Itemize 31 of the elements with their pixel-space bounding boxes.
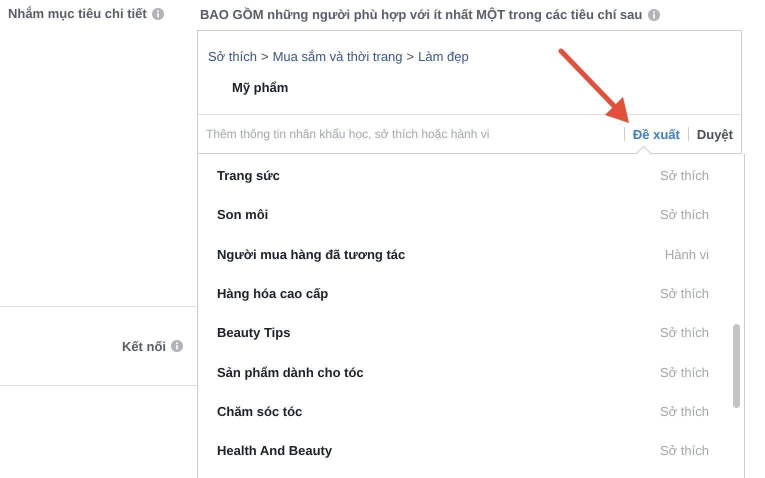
breadcrumb-separator: > <box>261 49 269 64</box>
suggestion-type: Sở thích <box>660 443 709 458</box>
field-label: Nhắm mục tiêu chi tiết <box>8 6 147 21</box>
suggestion-type: Sở thích <box>660 286 709 302</box>
tab[interactable]: Đề xuất <box>632 126 680 142</box>
suggestion-type: Sở thích <box>660 325 709 340</box>
breadcrumb-link[interactable]: Mua sắm và thời trang <box>272 49 403 64</box>
info-icon[interactable] <box>152 8 164 20</box>
breadcrumb-separator: > <box>406 49 414 64</box>
breadcrumb-link[interactable]: Làm đẹp <box>418 49 469 64</box>
suggestion-name[interactable]: Health And Beauty <box>217 443 332 458</box>
suggestion-type: Sở thích <box>660 207 709 222</box>
field-label: Kết nối <box>122 338 166 354</box>
suggestion-name[interactable]: Người mua hàng đã tương tác <box>217 246 406 262</box>
suggestion-name[interactable]: Hàng hóa cao cấp <box>217 286 328 302</box>
section-heading: BAO GỒM những người phù hợp với ít nhất MỘT trong các tiêu chí sau <box>200 7 642 22</box>
scrollbar[interactable] <box>733 324 740 408</box>
suggestion-name[interactable]: Trang sức <box>217 168 280 184</box>
suggestion-type: Sở thích <box>660 404 709 419</box>
breadcrumb-link[interactable]: Sở thích <box>208 49 257 64</box>
suggestion-type: Sở thích <box>660 168 709 184</box>
suggestion-type: Sở thích <box>660 364 709 380</box>
suggestion-type: Hành vi <box>664 246 709 262</box>
tab[interactable]: Duyệt <box>696 126 733 142</box>
info-icon[interactable] <box>171 340 183 352</box>
selected-item: Mỹ phẩm <box>232 80 288 95</box>
info-icon[interactable] <box>648 9 660 21</box>
suggestion-name[interactable]: Chăm sóc tóc <box>217 404 302 419</box>
suggestion-name[interactable]: Sản phẩm dành cho tóc <box>217 364 364 380</box>
suggestion-name[interactable]: Beauty Tips <box>217 325 290 340</box>
suggestion-name[interactable]: Son môi <box>217 207 268 222</box>
